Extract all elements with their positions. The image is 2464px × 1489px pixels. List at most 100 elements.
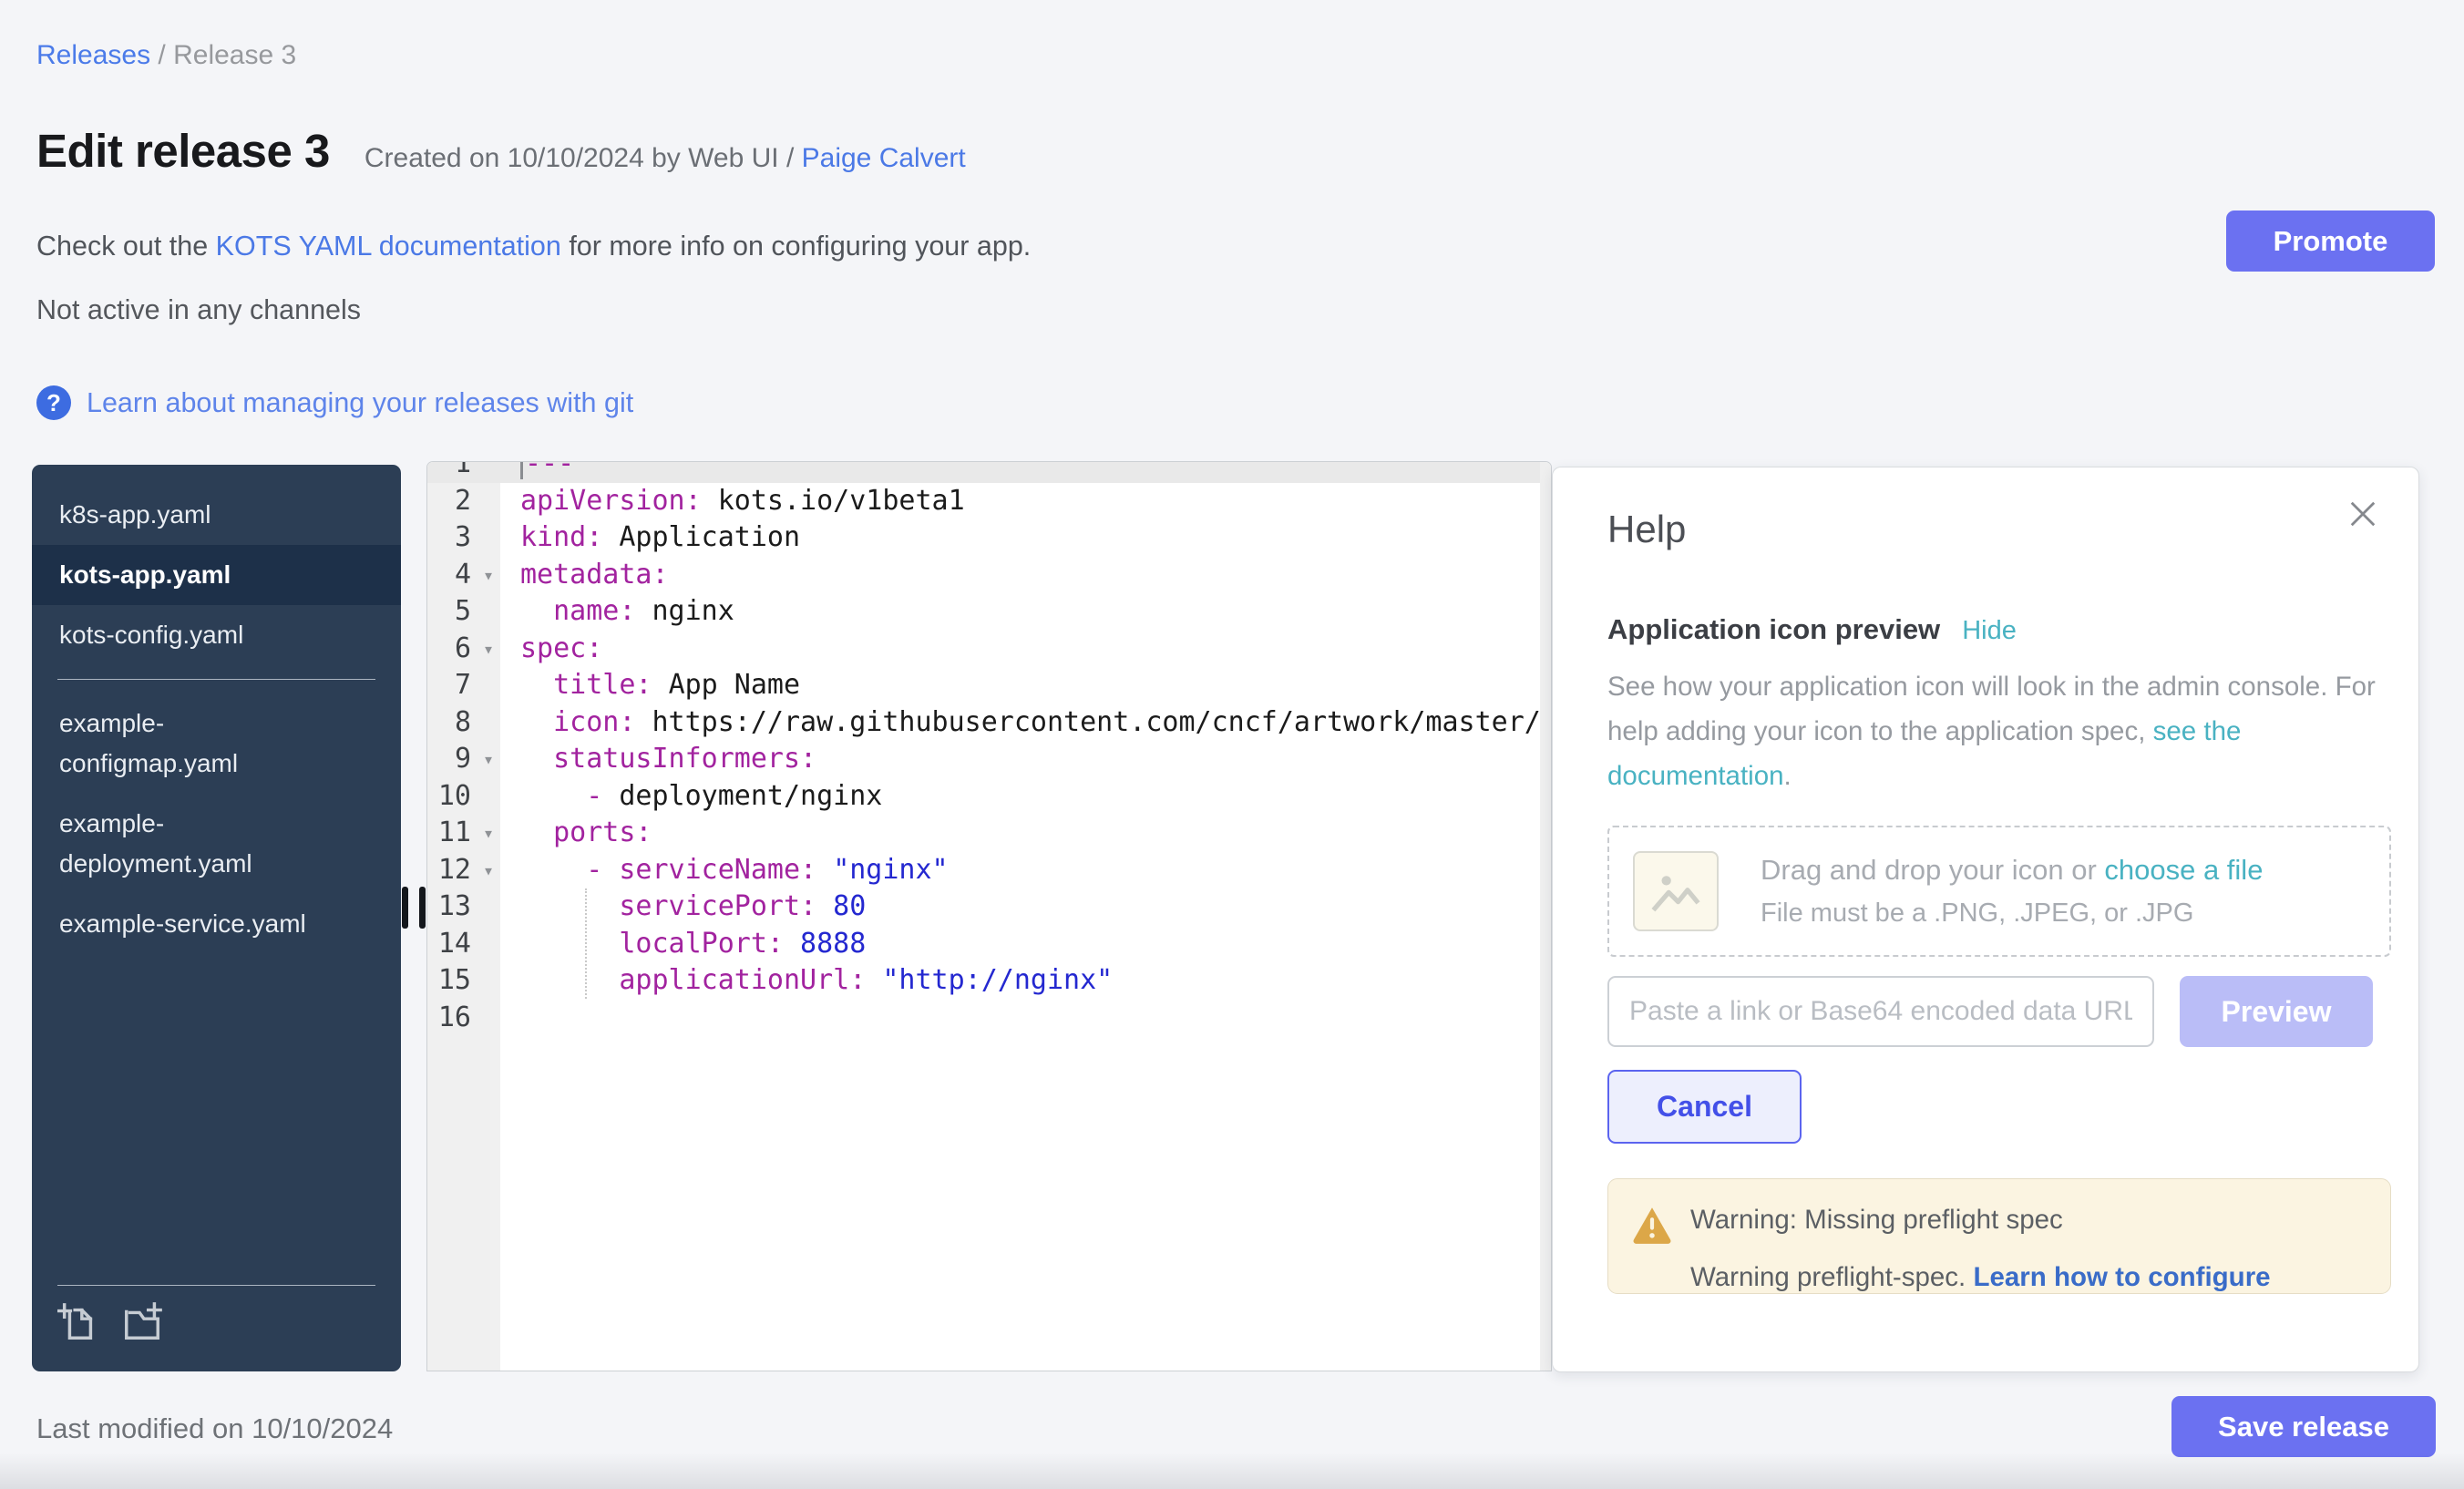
panel-resize-handle-left[interactable] [402,887,426,929]
code-line-7[interactable]: 7 title: App Name [427,667,1540,704]
token-plain: Application [619,521,800,553]
dropzone-instruction: Drag and drop your icon or [1761,854,2104,886]
code-content: --- [500,461,1540,483]
doc-line: Check out the KOTS YAML documentation fo… [36,231,1031,262]
line-number: 6 [427,631,477,668]
file-name: example-service.yaml [59,909,306,938]
gutter-cell: 12▾ [427,852,500,889]
add-folder-button[interactable] [121,1300,165,1344]
code-line-12[interactable]: 12▾ - serviceName: "nginx" [427,852,1540,889]
code-line-1[interactable]: 1--- [427,461,1540,483]
help-close-button[interactable] [2344,495,2382,533]
token-str: "http://nginx" [882,964,1113,996]
file-name: kots-config.yaml [59,621,243,649]
bottom-fade [0,1453,2464,1489]
code-line-16[interactable]: 16 [427,1000,1540,1037]
code-line-5[interactable]: 5 name: nginx [427,593,1540,631]
code-line-11[interactable]: 11▾ ports: [427,815,1540,852]
help-section-row: Application icon preview Hide [1607,613,2017,646]
gutter-cell: 1 [427,461,500,483]
code-line-4[interactable]: 4▾ metadata: [427,557,1540,594]
code-line-15[interactable]: 15 applicationUrl: "http://nginx" [427,962,1540,1000]
choose-file-link[interactable]: choose a file [2104,854,2263,886]
line-number: 5 [427,593,477,631]
code-line-13[interactable]: 13 servicePort: 80 [427,888,1540,926]
resize-bar [419,887,426,929]
dropzone-file-hint: File must be a .PNG, .JPEG, or .JPG [1761,899,2263,929]
fold-arrow-icon[interactable]: ▾ [477,557,500,594]
token-key: icon: [520,706,652,738]
help-title: Help [1607,508,1686,551]
token-key: apiVersion: [520,485,718,517]
author-link[interactable]: Paige Calvert [802,143,966,173]
add-file-button[interactable] [57,1300,101,1344]
gutter-cell: 4▾ [427,557,500,594]
file-tree-item-example-service.yaml[interactable]: example-service.yaml [32,894,401,954]
file-tree-item-kots-config.yaml[interactable]: kots-config.yaml [32,605,401,665]
file-tree-footer [57,1285,375,1344]
code-line-6[interactable]: 6▾ spec: [427,631,1540,668]
fold-spacer [477,593,500,631]
hide-link[interactable]: Hide [1962,616,2017,646]
preview-button[interactable]: Preview [2180,976,2373,1047]
code-content: metadata: [500,557,1540,594]
token-plain: deployment/nginx [619,780,882,812]
git-releases-link[interactable]: Learn about managing your releases with … [87,387,633,419]
file-tree-item-example-deployment.yaml[interactable]: example-deployment.yaml [32,794,401,894]
code-content: - serviceName: "nginx" [500,852,1540,889]
line-number: 12 [427,852,477,889]
token-key: metadata: [520,559,669,590]
token-key: spec: [520,632,602,664]
token-str: "nginx" [833,854,948,886]
gutter-cell: 8 [427,704,500,742]
gutter-cell: 7 [427,667,500,704]
line-number: 10 [427,778,477,816]
icon-url-input[interactable] [1607,976,2154,1047]
fold-arrow-icon[interactable]: ▾ [477,852,500,889]
breadcrumb-separator: / [150,40,173,70]
code-line-10[interactable]: 10 - deployment/nginx [427,778,1540,816]
file-tree-item-kots-app.yaml[interactable]: kots-app.yaml [32,545,401,605]
icon-dropzone[interactable]: Drag and drop your icon or choose a file… [1607,826,2391,957]
line-number: 9 [427,741,477,778]
fold-arrow-icon[interactable]: ▾ [477,631,500,668]
code-line-9[interactable]: 9▾ statusInformers: [427,741,1540,778]
breadcrumb-releases-link[interactable]: Releases [36,40,150,70]
token-kw: - [520,854,619,886]
code-content: kind: Application [500,519,1540,557]
warning-detail-text: Warning preflight-spec. [1690,1262,1973,1292]
file-name: example-deployment.yaml [59,809,252,878]
fold-spacer [477,667,500,704]
channel-status: Not active in any channels [36,294,361,326]
learn-how-to-configure-link[interactable]: Learn how to configure [1973,1262,2270,1292]
token-key: localPort: [520,928,800,960]
fold-arrow-icon[interactable]: ▾ [477,741,500,778]
folder-plus-icon [121,1301,163,1343]
file-name: k8s-app.yaml [59,500,211,529]
fold-arrow-icon[interactable]: ▾ [477,815,500,852]
code-line-8[interactable]: 8 icon: https://raw.githubusercontent.co… [427,704,1540,742]
token-key: name: [520,595,652,627]
file-tree-item-k8s-app.yaml[interactable]: k8s-app.yaml [32,485,401,545]
editor-scrollbar[interactable] [1540,462,1551,1371]
code-content: applicationUrl: "http://nginx" [500,962,1540,1000]
yaml-code-editor[interactable]: 1---2apiVersion: kots.io/v1beta13kind: A… [426,461,1552,1371]
code-line-3[interactable]: 3kind: Application [427,519,1540,557]
line-number: 8 [427,704,477,742]
gutter-cell: 14 [427,926,500,963]
description-period: . [1784,761,1792,791]
gutter-cell: 9▾ [427,741,500,778]
code-line-2[interactable]: 2apiVersion: kots.io/v1beta1 [427,483,1540,520]
cancel-button[interactable]: Cancel [1607,1070,1802,1144]
code-line-14[interactable]: 14 localPort: 8888 [427,926,1540,963]
code-content: apiVersion: kots.io/v1beta1 [500,483,1540,520]
save-release-button[interactable]: Save release [2171,1396,2436,1457]
promote-button[interactable]: Promote [2226,211,2435,272]
created-info: Created on 10/10/2024 by Web UI / Paige … [364,143,966,174]
file-tree-item-example-configmap.yaml[interactable]: example-configmap.yaml [32,693,401,794]
kots-yaml-doc-link[interactable]: KOTS YAML documentation [216,231,561,262]
text-cursor [520,461,523,479]
fold-spacer [477,519,500,557]
fold-spacer [477,888,500,926]
file-tree-group-examples: example-configmap.yaml example-deployment… [32,693,401,954]
